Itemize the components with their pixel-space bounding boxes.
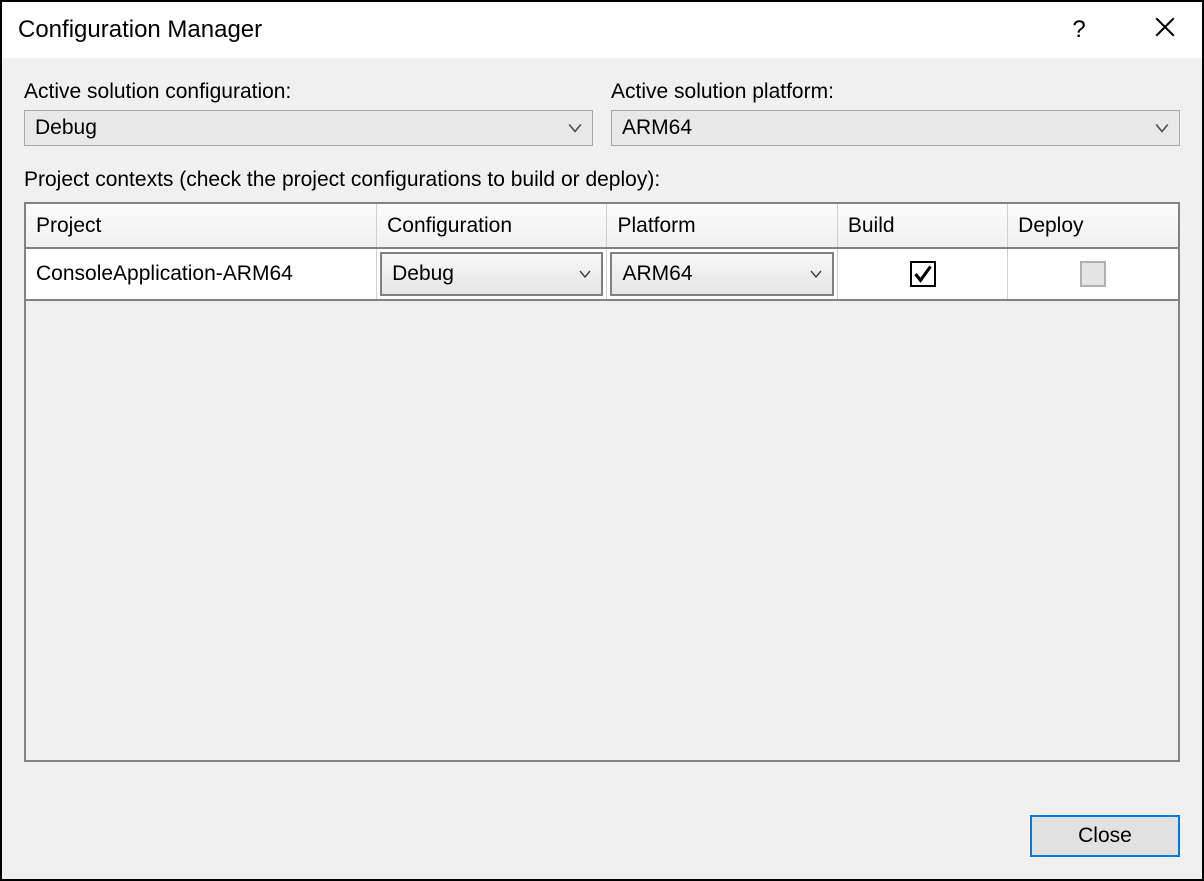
grid-table: Project Configuration Platform Build Dep… <box>26 204 1178 301</box>
cell-project-name: ConsoleApplication-ARM64 <box>26 248 377 300</box>
configuration-manager-window: Configuration Manager ? Active solution … <box>0 0 1204 881</box>
project-contexts-label: Project contexts (check the project conf… <box>24 168 1180 192</box>
row-configuration-value: Debug <box>392 262 454 286</box>
titlebar: Configuration Manager ? <box>2 2 1202 58</box>
dialog-footer: Close <box>24 795 1180 857</box>
chevron-down-icon <box>568 121 582 135</box>
column-header-build[interactable]: Build <box>837 204 1007 248</box>
solution-platform-dropdown[interactable]: ARM64 <box>611 110 1180 146</box>
solution-platform-label: Active solution platform: <box>611 80 1180 104</box>
chevron-down-icon <box>579 268 591 280</box>
row-platform-value: ARM64 <box>622 262 692 286</box>
help-icon: ? <box>1072 16 1085 44</box>
row-configuration-dropdown[interactable]: Debug <box>380 252 603 296</box>
solution-config-value: Debug <box>35 116 97 140</box>
row-platform-dropdown[interactable]: ARM64 <box>610 252 833 296</box>
column-header-configuration[interactable]: Configuration <box>377 204 607 248</box>
solution-config-label: Active solution configuration: <box>24 80 593 104</box>
chevron-down-icon <box>810 268 822 280</box>
column-header-project[interactable]: Project <box>26 204 377 248</box>
solution-platform-field: Active solution platform: ARM64 <box>611 80 1180 146</box>
solution-config-field: Active solution configuration: Debug <box>24 80 593 146</box>
column-header-platform[interactable]: Platform <box>607 204 837 248</box>
deploy-checkbox <box>1080 261 1106 287</box>
close-button[interactable]: Close <box>1030 815 1180 857</box>
solution-config-dropdown[interactable]: Debug <box>24 110 593 146</box>
close-window-button[interactable] <box>1142 7 1188 53</box>
close-button-label: Close <box>1078 824 1132 848</box>
table-row: ConsoleApplication-ARM64 Debug <box>26 248 1178 300</box>
build-checkbox[interactable] <box>910 261 936 287</box>
project-contexts-grid: Project Configuration Platform Build Dep… <box>24 202 1180 762</box>
chevron-down-icon <box>1155 121 1169 135</box>
close-icon <box>1155 17 1175 43</box>
help-button[interactable]: ? <box>1056 7 1102 53</box>
window-title: Configuration Manager <box>18 16 1056 44</box>
solution-platform-value: ARM64 <box>622 116 692 140</box>
column-header-deploy[interactable]: Deploy <box>1008 204 1178 248</box>
solution-settings-row: Active solution configuration: Debug Act… <box>24 80 1180 146</box>
client-area: Active solution configuration: Debug Act… <box>2 58 1202 879</box>
